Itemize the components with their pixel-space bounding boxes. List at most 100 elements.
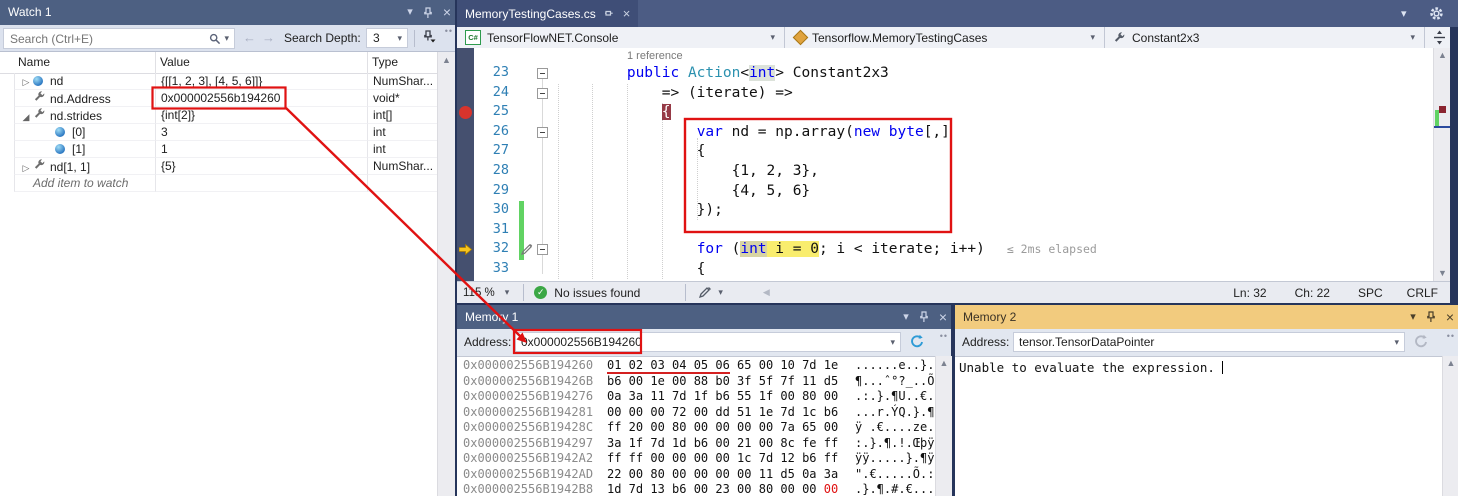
tab-strip: MemoryTestingCases.cs × ▾ [457,0,1458,27]
code-line[interactable]: }); [557,201,723,221]
refresh-icon[interactable] [909,334,924,349]
search-depth-select[interactable]: 3 ▾ [366,28,408,48]
watch-name-cell: ▷nd [14,73,155,90]
memory-row-address: 0x000002556B194276 [463,389,593,403]
watch-row-value[interactable]: {[[1, 2, 3], [4, 5, 6]]} [155,73,367,90]
toolbar-overflow-icon[interactable]: •• [940,331,948,341]
text-cursor [1222,361,1223,374]
memory1-content[interactable]: 0x000002556B19426001 02 03 04 05 06 65 0… [457,356,935,496]
watch-row-value[interactable]: 3 [155,124,367,141]
pin-icon[interactable] [423,7,433,19]
window-position-icon[interactable]: ▾ [903,305,909,329]
health-check-icon[interactable]: ✓ [534,286,547,299]
window-position-icon[interactable]: ▾ [1410,305,1416,329]
memory1-scrollbar[interactable]: ▲ [935,356,952,496]
code-line[interactable]: => (iterate) => [557,84,793,104]
scroll-down-icon[interactable]: ▼ [1434,269,1450,278]
eol-indicator[interactable]: CRLF [1407,286,1438,300]
filter-pinned-icon[interactable] [421,29,437,45]
field-icon [55,141,69,158]
code-line[interactable]: public Action<int> Constant2x3 [557,64,889,84]
close-icon[interactable]: × [443,0,451,25]
watch-row[interactable]: [0]3int [0,124,437,141]
code-line[interactable]: { [557,260,705,280]
csharp-project-icon: C# [465,30,481,45]
search-forward-icon[interactable]: → [262,30,275,45]
watch-row-value[interactable]: 0x000002556b194260 [155,90,367,107]
search-options-icon[interactable]: ▾ [224,33,229,44]
close-icon[interactable]: × [1446,305,1454,329]
watch-row-value[interactable] [155,175,367,192]
scroll-up-icon[interactable]: ▲ [438,52,455,65]
search-input[interactable]: Search (Ctrl+E) ▾ [3,28,235,49]
toolbar-overflow-icon[interactable]: •• [1447,331,1455,341]
toolbar-overflow-icon[interactable]: •• [445,26,453,36]
line-indicator[interactable]: Ln: 32 [1233,286,1266,300]
code-cleanup-icon[interactable] [698,286,712,299]
pin-icon[interactable] [919,311,929,323]
watch-row[interactable]: Add item to watch [0,175,437,192]
watch-name-cell: [1] [14,141,155,158]
expander-icon[interactable]: ◢ [19,109,33,124]
pin-icon[interactable] [1426,311,1436,323]
code-area[interactable]: 2324252627282930313233 public Action<int… [457,48,1450,281]
gear-icon[interactable] [1429,6,1444,21]
code-cleanup-dropdown-icon[interactable]: ▾ [718,287,723,298]
memory-row-ascii: ".€.....Õ.: [855,467,934,481]
tab-memorytestingcases[interactable]: MemoryTestingCases.cs × [457,0,638,27]
scroll-up-icon[interactable]: ▲ [1443,356,1458,368]
zoom-level[interactable]: 115 % [463,287,495,299]
memory2-scrollbar[interactable]: ▲ [1442,356,1458,496]
project-dropdown[interactable]: C# TensorFlowNET.Console ▾ [457,27,785,48]
tab-close-icon[interactable]: × [623,6,631,21]
watch-row-value[interactable]: {int[2]} [155,107,367,124]
watch-rows: ▷nd{[[1, 2, 3], [4, 5, 6]]}NumShar...nd.… [0,73,437,192]
tab-pin-icon[interactable] [604,8,615,19]
expander-icon[interactable]: ▷ [19,74,33,90]
watch-row[interactable]: nd.Address0x000002556b194260void* [0,90,437,107]
scrollbar-breakpoint-marker [1439,106,1446,113]
watch-row[interactable]: ▷nd{[[1, 2, 3], [4, 5, 6]]}NumShar... [0,73,437,90]
memory2-address-input[interactable]: tensor.TensorDataPointer ▾ [1013,332,1405,352]
member-dropdown[interactable]: Constant2x3 ▾ [1105,27,1425,48]
watch-row[interactable]: [1]1int [0,141,437,158]
column-header-name[interactable]: Name [18,52,50,73]
column-header-type[interactable]: Type [372,52,398,73]
split-window-button[interactable] [1425,27,1450,48]
search-icon[interactable] [209,33,221,45]
code-line[interactable]: { [557,103,671,123]
expander-icon[interactable]: ▷ [19,160,33,175]
watch-row[interactable]: ◢nd.strides{int[2]}int[] [0,107,437,124]
close-icon[interactable]: × [939,305,947,329]
project-name: TensorFlowNET.Console [487,31,618,45]
code-line[interactable]: {1, 2, 3}, [557,162,819,182]
code-line[interactable]: for (int i = 0; i < iterate; i++)≤ 2ms e… [557,240,1097,260]
memory1-address-input[interactable]: 0x000002556B194260 ▾ [515,332,901,352]
watch-row-value[interactable]: {5} [155,158,367,175]
watch-window: Watch 1 ▾ × Search (Ctrl+E) ▾ ← → Search… [0,0,455,496]
scroll-up-icon[interactable]: ▲ [936,356,952,368]
issues-status[interactable]: No issues found [554,286,640,300]
watch-name-cell: ▷nd[1, 1] [14,158,155,175]
watch-toolbar: Search (Ctrl+E) ▾ ← → Search Depth: 3 ▾ … [0,25,455,52]
watch-row-value[interactable]: 1 [155,141,367,158]
watch-name-cell: Add item to watch [14,175,155,192]
search-back-icon[interactable]: ← [243,30,256,45]
watch-row[interactable]: ▷nd[1, 1]{5}NumShar... [0,158,437,175]
hscroll-left-icon[interactable]: ◀ [763,287,770,298]
document-dropdown-icon[interactable]: ▾ [1401,7,1407,20]
editor-scrollbar[interactable]: ▲ ▼ [1433,48,1450,281]
class-dropdown[interactable]: Tensorflow.MemoryTestingCases ▾ [785,27,1105,48]
window-position-icon[interactable]: ▾ [407,0,413,25]
code-line[interactable]: { [557,142,705,162]
watch-scrollbar[interactable]: ▲ [437,52,455,496]
zoom-dropdown-icon[interactable]: ▾ [505,287,510,298]
code-line[interactable]: {4, 5, 6} [557,182,810,202]
scroll-up-icon[interactable]: ▲ [1434,48,1450,60]
memory-row-ascii: .}.¶.#.€... [855,482,934,496]
space-mode-indicator[interactable]: SPC [1358,286,1383,300]
column-indicator[interactable]: Ch: 22 [1295,286,1330,300]
code-line[interactable]: var nd = np.array(new byte[,] [557,123,950,143]
column-header-value[interactable]: Value [160,52,190,73]
codelens-references[interactable]: 1 reference [627,50,683,62]
